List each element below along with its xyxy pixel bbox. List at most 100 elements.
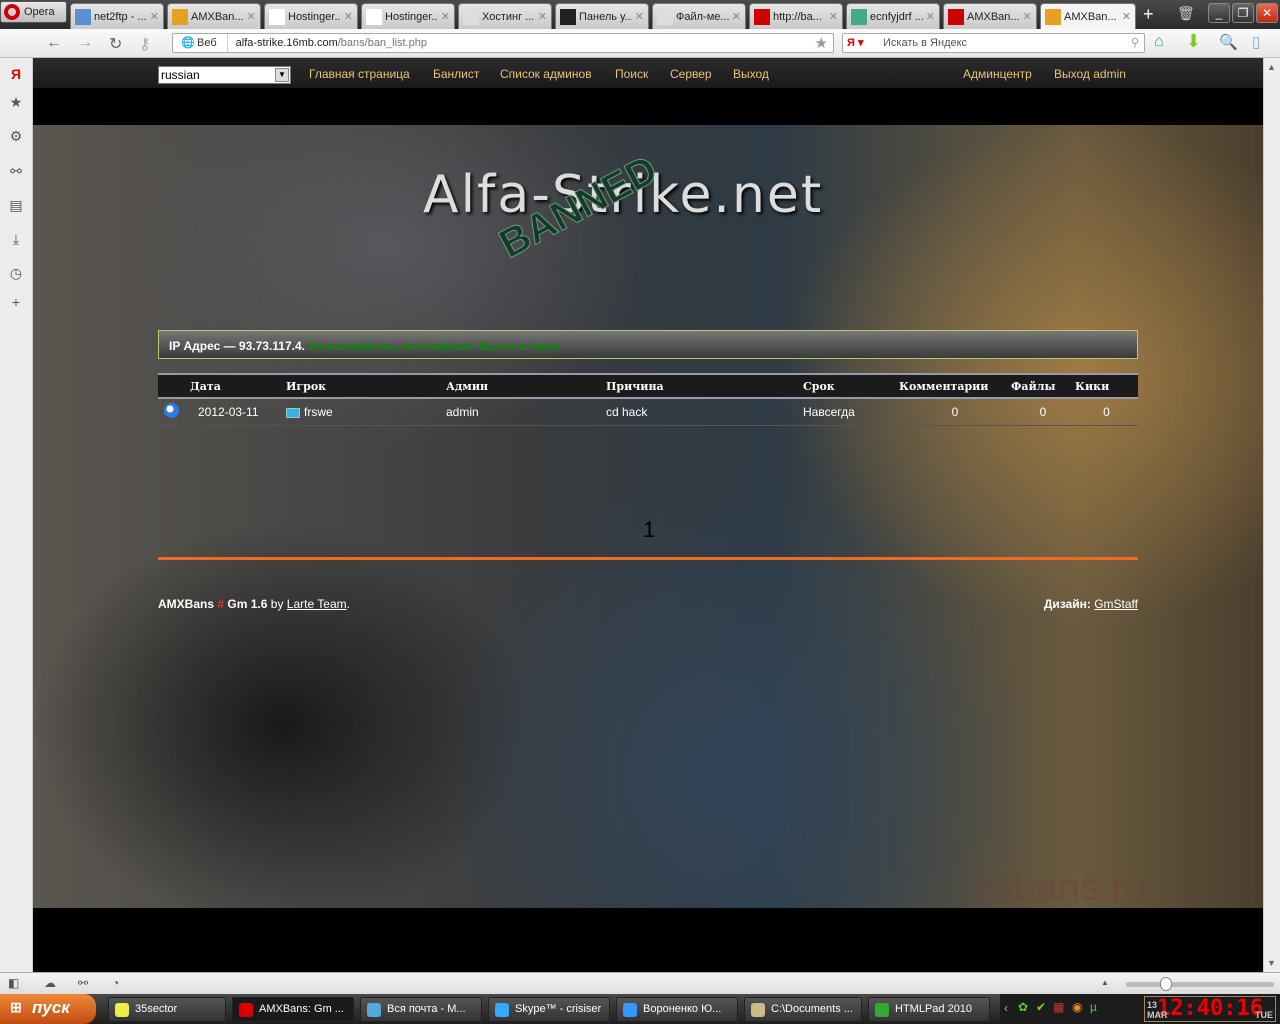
favicon-icon <box>269 8 285 25</box>
extension-icon[interactable]: ⌂ <box>1154 33 1164 51</box>
zoom-slider-handle[interactable] <box>1160 977 1172 991</box>
key-icon[interactable]: ⚷ <box>139 34 151 54</box>
browser-tab[interactable]: AMXBan... ✕ <box>943 3 1037 29</box>
nav-search[interactable]: Поиск <box>615 67 648 81</box>
language-flag-icon[interactable]: ▦ <box>1053 1000 1064 1014</box>
maximize-button[interactable]: ❐ <box>1232 3 1254 23</box>
scroll-down-icon[interactable]: ▼ <box>1267 958 1276 968</box>
notes-icon[interactable]: ▤ <box>8 197 24 213</box>
favicon-icon <box>754 8 770 25</box>
opera-menu-button[interactable]: Opera <box>0 1 67 23</box>
download-icon[interactable]: ⬇ <box>1186 31 1201 52</box>
browser-tab[interactable]: Hostinger... ✕ <box>264 3 358 29</box>
panel-toggle-icon[interactable]: ◧ <box>8 976 19 990</box>
unite-icon[interactable]: ⚯ <box>8 163 24 179</box>
browser-tab[interactable]: net2ftp - ... ✕ <box>70 3 164 29</box>
close-tab-icon[interactable]: ✕ <box>538 10 547 23</box>
nav-home[interactable]: Главная страница <box>309 67 410 81</box>
reload-icon[interactable]: ↻ <box>109 34 122 54</box>
new-tab-icon[interactable]: + <box>1143 4 1154 25</box>
ban-table: Дата Игрок Админ Причина Срок Комментари… <box>158 373 1138 426</box>
taskbar-button[interactable]: HTMLPad 2010 <box>868 997 990 1022</box>
check-icon[interactable]: ✔ <box>1036 1000 1046 1014</box>
downloads-icon[interactable]: ⤓ <box>8 231 24 247</box>
nav-logout[interactable]: Выход <box>733 67 769 81</box>
clock[interactable]: 13 MAR 12:40:16 TUE <box>1144 996 1276 1022</box>
nav-admin-list[interactable]: Список админов <box>500 67 592 81</box>
close-tab-icon[interactable]: ✕ <box>635 10 644 23</box>
browser-tab[interactable]: Хостинг ... ✕ <box>458 3 552 29</box>
bookmark-star-icon[interactable]: ★ <box>815 34 833 52</box>
browser-tab[interactable]: AMXBan... ✕ <box>167 3 261 29</box>
yandex-icon[interactable]: Я <box>8 66 24 82</box>
vertical-scrollbar[interactable]: ▲ ▼ <box>1263 58 1280 972</box>
taskbar-button[interactable]: Skype™ - crisiser <box>488 997 610 1022</box>
close-tab-icon[interactable]: ✕ <box>247 10 256 23</box>
nav-admin-center[interactable]: Админцентр <box>963 67 1032 81</box>
browser-tab[interactable]: http://ba... ✕ <box>749 3 843 29</box>
url-field[interactable]: 🌐 Веб alfa-strike.16mb.com/bans/ban_list… <box>172 33 834 53</box>
favicon-icon <box>463 8 479 25</box>
add-panel-icon[interactable]: + <box>8 294 24 310</box>
close-tab-icon[interactable]: ✕ <box>1122 10 1131 23</box>
turbo-icon[interactable]: ☁ <box>44 976 56 990</box>
zoom-indicator-icon: ▲ <box>1101 978 1109 987</box>
taskbar-button[interactable]: Вся почта - M... <box>360 997 482 1022</box>
gmstaff-link[interactable]: GmStaff <box>1094 597 1138 611</box>
close-tab-icon[interactable]: ✕ <box>344 10 353 23</box>
scroll-up-icon[interactable]: ▲ <box>1267 62 1276 72</box>
utorrent-icon[interactable]: µ <box>1090 1000 1097 1014</box>
trash-icon[interactable]: 🗑 <box>1177 5 1195 22</box>
back-icon[interactable]: ← <box>46 34 62 52</box>
taskbar-button[interactable]: C:\Documents ... <box>744 997 862 1022</box>
ip-status-box: IP Адрес — 93.73.117.4. Не волнуйтесь, в… <box>158 330 1138 359</box>
browser-tab[interactable]: Hostinger... ✕ <box>361 3 455 29</box>
taskbar-button[interactable]: 35sector <box>108 997 226 1022</box>
nav-banlist[interactable]: Банлист <box>433 67 479 81</box>
browser-tab[interactable]: ecnfyjdrf ... ✕ <box>846 3 940 29</box>
search-input[interactable]: Я ▾ Искать в Яндекс ⚲ <box>842 33 1145 53</box>
app-icon <box>623 1003 637 1017</box>
panel-icon[interactable]: ▯ <box>1252 33 1260 51</box>
nav-server[interactable]: Сервер <box>670 67 712 81</box>
browser-tab[interactable]: Файл-ме... ✕ <box>652 3 746 29</box>
table-row[interactable]: 2012-03-11 frswe admin cd hack Навсегда … <box>158 398 1138 426</box>
footer-design: Дизайн: GmStaff <box>1043 597 1138 611</box>
forward-icon[interactable]: → <box>77 34 93 52</box>
tray-expand-icon[interactable]: ‹ <box>1004 1001 1008 1015</box>
history-icon[interactable]: ◷ <box>8 265 24 281</box>
language-select[interactable]: russian ▼ <box>158 66 291 84</box>
zoom-icon[interactable]: 🔍 <box>1219 33 1238 51</box>
tab-bar: Opera net2ftp - ... ✕ AMXBan... ✕ Hostinger.… <box>0 0 1280 29</box>
close-tab-icon[interactable]: ✕ <box>732 10 741 23</box>
icq-icon[interactable]: ✿ <box>1018 1000 1028 1014</box>
opera-icon <box>4 4 20 20</box>
close-tab-icon[interactable]: ✕ <box>1023 10 1032 23</box>
taskbar-button[interactable]: Вороненко Ю... <box>616 997 738 1022</box>
unite-icon[interactable]: ⚯ <box>78 976 88 990</box>
gear-icon[interactable]: ⚙ <box>8 128 24 144</box>
flag-icon <box>286 407 300 418</box>
zoom-slider[interactable] <box>1126 982 1274 987</box>
favicon-icon <box>75 8 91 25</box>
start-button[interactable]: ⊞ пуск <box>0 994 96 1024</box>
close-tab-icon[interactable]: ✕ <box>150 10 159 23</box>
close-button[interactable]: ✕ <box>1256 3 1278 23</box>
nav-logout-admin[interactable]: Выход admin <box>1054 67 1126 81</box>
page-number[interactable]: 1 <box>643 517 655 543</box>
globe-icon <box>164 402 179 418</box>
favicon-icon <box>657 8 673 25</box>
larte-team-link[interactable]: Larte Team <box>287 597 347 611</box>
bookmarks-icon[interactable]: ★ <box>8 94 24 110</box>
close-tab-icon[interactable]: ✕ <box>441 10 450 23</box>
avast-icon[interactable]: ◉ <box>1072 1000 1082 1014</box>
browser-tab[interactable]: AMXBan... ✕ <box>1040 3 1136 29</box>
close-tab-icon[interactable]: ✕ <box>926 10 935 23</box>
search-icon[interactable]: ⚲ <box>1131 34 1139 52</box>
widgets-icon[interactable]: ◔ <box>112 976 119 990</box>
footer-credits: AMXBans # Gm 1.6 by Larte Team. <box>158 597 350 611</box>
minimize-button[interactable]: _ <box>1208 3 1230 23</box>
close-tab-icon[interactable]: ✕ <box>829 10 838 23</box>
browser-tab[interactable]: Панель у... ✕ <box>555 3 649 29</box>
taskbar-button[interactable]: AMXBans: Gm ... <box>232 997 354 1022</box>
